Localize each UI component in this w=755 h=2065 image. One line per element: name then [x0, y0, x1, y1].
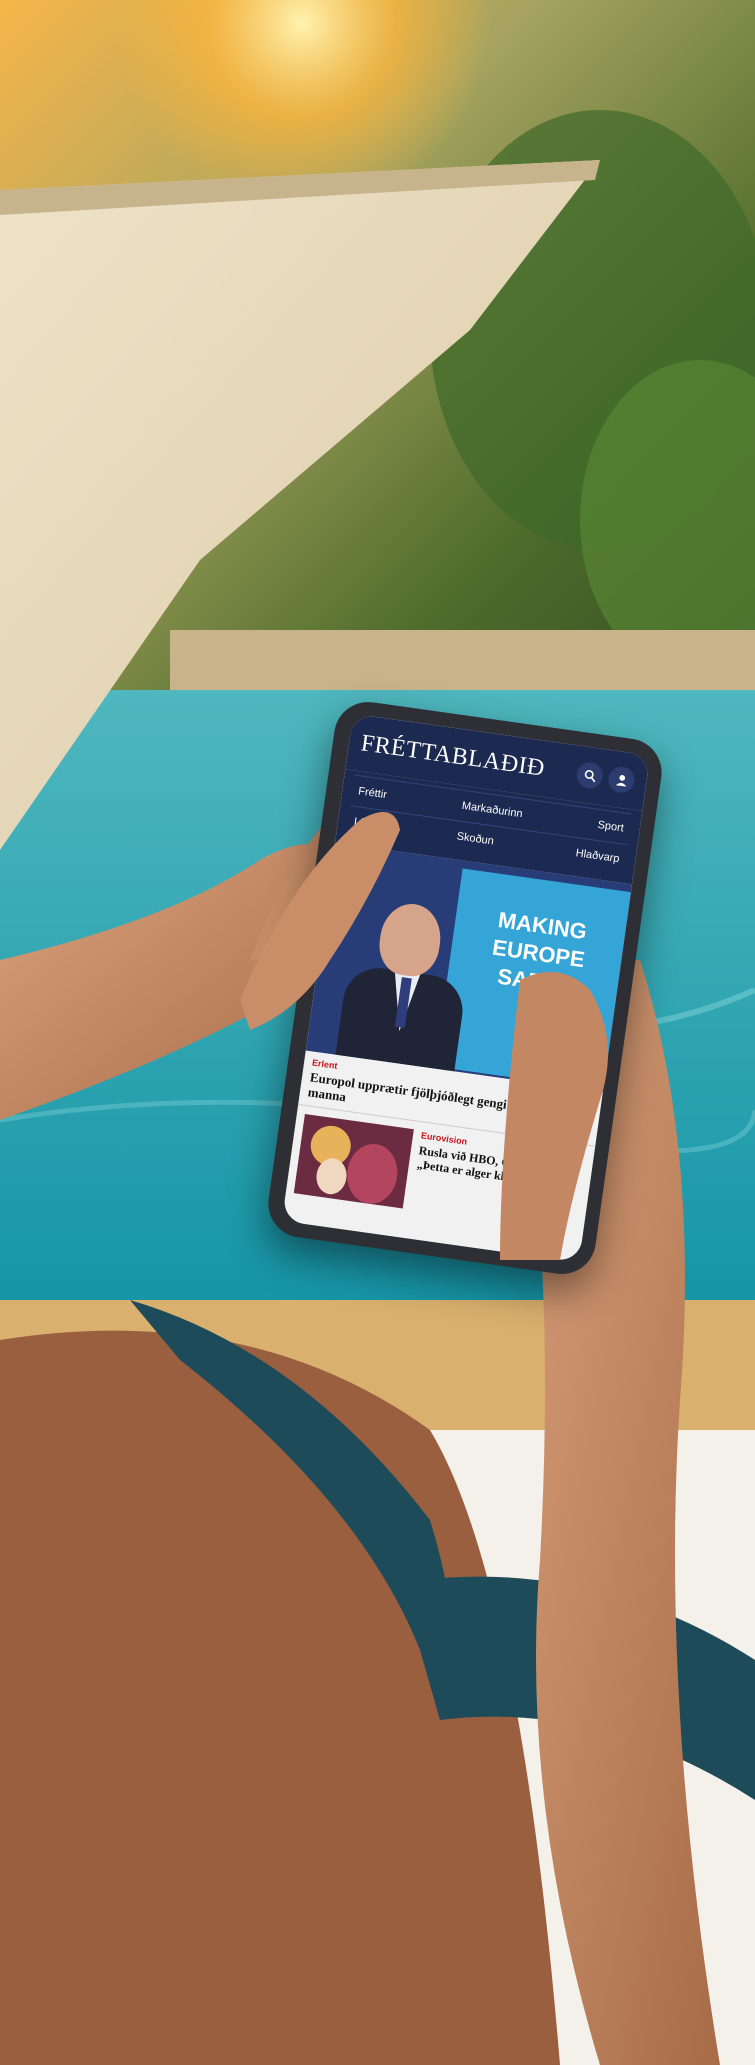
nav-item-skodun[interactable]: Skoðun — [456, 830, 495, 847]
search-icon — [584, 769, 595, 782]
nav-item-frettir[interactable]: Fréttir — [358, 785, 388, 801]
hero-image[interactable]: MAKING EUROPE SAFER — [305, 842, 633, 1093]
article-thumbnail — [293, 1113, 414, 1209]
person-head — [375, 900, 445, 980]
nav-item-hladvarp[interactable]: Hlaðvarp — [575, 847, 620, 865]
photo-scene: FRÉTTABLAÐIÐ Fréttir Markaðurinn Sport L… — [0, 0, 755, 2065]
account-button[interactable] — [606, 765, 637, 795]
nav-item-markadurinn[interactable]: Markaðurinn — [461, 800, 523, 820]
search-button[interactable] — [575, 760, 605, 790]
nav-item-lifid[interactable]: Lífið — [353, 816, 375, 831]
nav-item-sport[interactable]: Sport — [597, 819, 625, 835]
article-text: Eurovision Rusla við HBO, CNN og BBC: „Þ… — [403, 1129, 586, 1232]
user-icon — [615, 774, 626, 787]
